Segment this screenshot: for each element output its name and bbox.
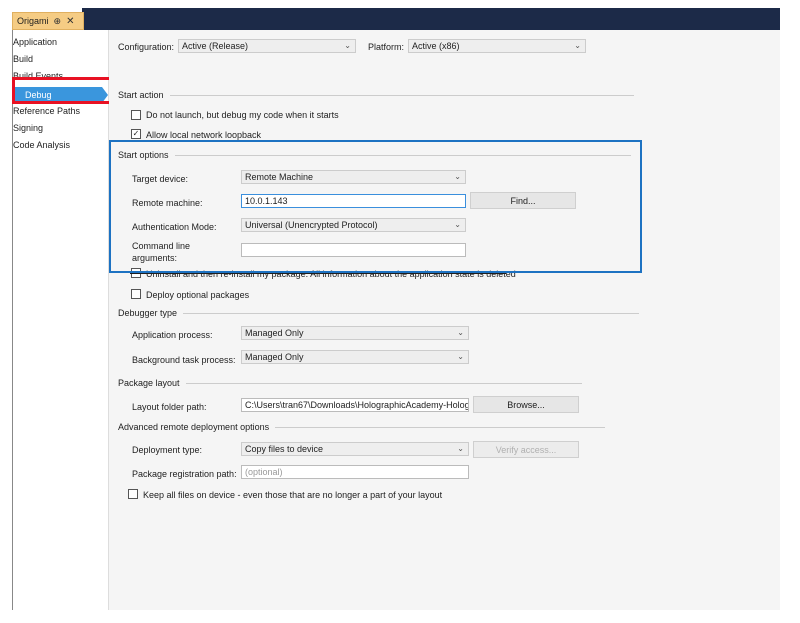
chevron-down-icon: ⌄ [457,352,464,361]
app-process-select[interactable]: Managed Only ⌄ [241,326,469,340]
deploy-optional-checkbox[interactable] [131,289,141,299]
package-layout-section: Package layout [118,378,582,388]
configuration-label: Configuration: [118,42,175,52]
document-tab-title: Origami [17,16,49,26]
sidebar-item-signing[interactable]: Signing [13,123,43,133]
deployment-type-select[interactable]: Copy files to device ⌄ [241,442,469,456]
do-not-launch-checkbox[interactable] [131,110,141,120]
app-process-value: Managed Only [245,328,304,338]
section-divider [169,94,634,96]
chevron-down-icon: ⌄ [574,41,581,50]
verify-access-button[interactable]: Verify access... [473,441,579,458]
configuration-value: Active (Release) [182,41,249,51]
section-title: Start action [118,90,164,100]
keep-files-label: Keep all files on device - even those th… [143,490,443,500]
start-action-section: Start action [118,90,634,100]
sidebar-item-reference-paths[interactable]: Reference Paths [13,106,80,116]
document-tab[interactable]: Origami ⊕ ✕ [12,12,84,30]
sidebar-item-application[interactable]: Application [13,37,57,47]
sidebar-item-code-analysis[interactable]: Code Analysis [13,140,70,150]
do-not-launch-label: Do not launch, but debug my code when it… [146,110,339,120]
sidebar-border [12,30,13,610]
chevron-down-icon: ⌄ [457,328,464,337]
allow-loopback-label: Allow local network loopback [146,130,262,140]
registration-path-label: Package registration path: [132,469,237,479]
property-page-sidebar [12,30,109,610]
bg-task-value: Managed Only [245,352,304,362]
chevron-down-icon: ⌄ [344,41,351,50]
section-divider [183,312,640,314]
sidebar-item-build[interactable]: Build [13,54,33,64]
platform-label: Platform: [368,42,405,52]
section-divider [185,382,582,384]
deploy-optional-label: Deploy optional packages [146,290,250,300]
allow-loopback-checkbox[interactable]: ✓ [131,129,141,139]
close-icon[interactable]: ✕ [66,16,74,27]
pin-icon[interactable]: ⊕ [54,16,62,27]
uninstall-overlap-line [130,273,506,274]
debug-highlight-box [12,77,113,104]
section-title: Debugger type [118,308,178,318]
document-tab-strip [82,8,780,30]
platform-select[interactable]: Active (x86) ⌄ [408,39,586,53]
chevron-down-icon: ⌄ [457,444,464,453]
checkmark-icon: ✓ [132,129,140,138]
app-process-label: Application process: [132,330,213,340]
debugger-type-section: Debugger type [118,308,640,318]
registration-path-input[interactable]: (optional) [241,465,469,479]
section-title: Package layout [118,378,180,388]
section-title: Advanced remote deployment options [118,422,270,432]
bg-task-label: Background task process: [132,355,236,365]
deployment-type-value: Copy files to device [245,444,324,454]
deployment-type-label: Deployment type: [132,445,203,455]
keep-files-checkbox[interactable] [128,489,138,499]
configuration-select[interactable]: Active (Release) ⌄ [178,39,356,53]
start-options-highlight-box [109,140,642,273]
deployment-section: Advanced remote deployment options [118,422,606,432]
layout-folder-label: Layout folder path: [132,402,207,412]
platform-value: Active (x86) [412,41,460,51]
section-divider [275,426,606,428]
bg-task-select[interactable]: Managed Only ⌄ [241,350,469,364]
layout-folder-input[interactable]: C:\Users\tran67\Downloads\HolographicAca… [241,398,469,412]
registration-path-placeholder: (optional) [245,467,283,477]
browse-button[interactable]: Browse... [473,396,579,413]
layout-folder-value: C:\Users\tran67\Downloads\HolographicAca… [245,400,469,410]
